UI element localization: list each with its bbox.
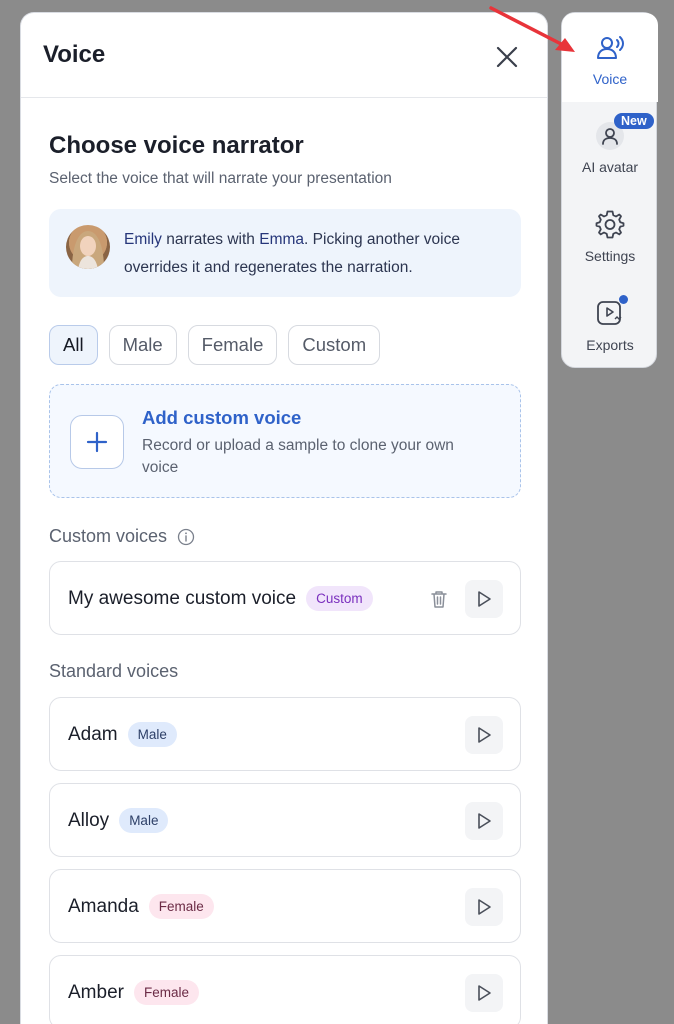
play-icon	[478, 727, 491, 743]
voice-row-content: Alloy Male	[68, 808, 169, 833]
rail-item-ai-avatar[interactable]: New AI avatar	[562, 113, 658, 183]
voice-row-adam[interactable]: Adam Male	[49, 697, 521, 771]
standard-voices-label: Standard voices	[49, 661, 178, 682]
play-icon	[478, 985, 491, 1001]
voice-row-content: Amanda Female	[68, 894, 214, 919]
rail-label-ai-avatar: AI avatar	[581, 159, 639, 175]
custom-voices-label: Custom voices	[49, 526, 195, 547]
standard-voices-label-text: Standard voices	[49, 661, 179, 681]
voice-tag-badge: Male	[127, 722, 177, 747]
voice-row-amber[interactable]: Amber Female	[49, 955, 521, 1024]
voice-row-amanda[interactable]: Amanda Female	[49, 869, 521, 943]
voice-name: Amber	[68, 981, 124, 1003]
add-custom-voice-title: Add custom voice	[142, 407, 302, 428]
play-button[interactable]	[465, 580, 503, 618]
rail-label-settings: Settings	[584, 248, 636, 264]
voice-row-content: Amber Female	[68, 980, 199, 1005]
play-button[interactable]	[465, 802, 503, 840]
voice-name: Alloy	[68, 809, 110, 831]
voice-row-custom[interactable]: My awesome custom voice Custom	[49, 561, 521, 635]
section-title: Choose voice narrator	[49, 132, 304, 159]
play-button[interactable]	[465, 716, 503, 754]
voice-name: My awesome custom voice	[68, 587, 297, 609]
play-button[interactable]	[465, 888, 503, 926]
voice-row-content: Adam Male	[68, 722, 177, 747]
avatar-name: Emily	[124, 231, 162, 248]
gear-icon	[595, 210, 625, 239]
rail-label-exports: Exports	[586, 337, 634, 353]
voice-row-content: My awesome custom voice Custom	[68, 586, 373, 611]
panel-header: Voice	[21, 13, 547, 98]
trash-icon[interactable]	[428, 588, 450, 610]
current-voice-name: Emma	[259, 231, 305, 248]
narrator-info-text: Emily narrates with Emma. Picking anothe…	[124, 226, 504, 282]
annotation-arrow-icon	[489, 6, 575, 52]
voice-name: Adam	[68, 723, 118, 745]
info-icon[interactable]	[177, 528, 195, 546]
plus-icon	[70, 415, 124, 469]
filter-female[interactable]: Female	[187, 325, 278, 365]
voice-row-alloy[interactable]: Alloy Male	[49, 783, 521, 857]
voice-tag-badge: Male	[119, 808, 169, 833]
play-button[interactable]	[465, 974, 503, 1012]
voice-tag-badge: Female	[148, 894, 214, 919]
narrator-info-box: Emily narrates with Emma. Picking anothe…	[49, 209, 521, 297]
voice-filters: All Male Female Custom	[49, 325, 381, 367]
voice-panel: Voice Choose voice narrator Select the v…	[20, 12, 548, 1024]
new-badge: New	[614, 113, 654, 129]
rail-item-exports[interactable]: Exports	[562, 293, 658, 363]
rail-label-voice: Voice	[592, 71, 628, 87]
voice-icon	[597, 36, 624, 59]
add-custom-voice-description: Record or upload a sample to clone your …	[142, 437, 454, 476]
voice-tag-badge: Custom	[306, 586, 373, 611]
play-icon	[478, 899, 491, 915]
section-subtitle: Select the voice that will narrate your …	[49, 170, 392, 187]
side-rail: Voice New AI avatar Settings Exports	[561, 12, 658, 368]
play-icon	[478, 591, 491, 607]
rail-item-settings[interactable]: Settings	[562, 206, 658, 276]
avatar	[66, 225, 110, 269]
voice-name: Amanda	[68, 895, 139, 917]
panel-title: Voice	[43, 41, 106, 68]
filter-custom[interactable]: Custom	[288, 325, 381, 365]
add-custom-voice-button[interactable]: Add custom voice Record or upload a samp…	[49, 384, 521, 498]
notification-dot	[619, 295, 628, 304]
info-text-middle: narrates with	[161, 231, 260, 248]
voice-tag-badge: Female	[133, 980, 199, 1005]
play-icon	[478, 813, 491, 829]
custom-voices-label-text: Custom voices	[49, 526, 168, 546]
filter-all[interactable]: All	[49, 325, 98, 365]
filter-male[interactable]: Male	[108, 325, 177, 365]
